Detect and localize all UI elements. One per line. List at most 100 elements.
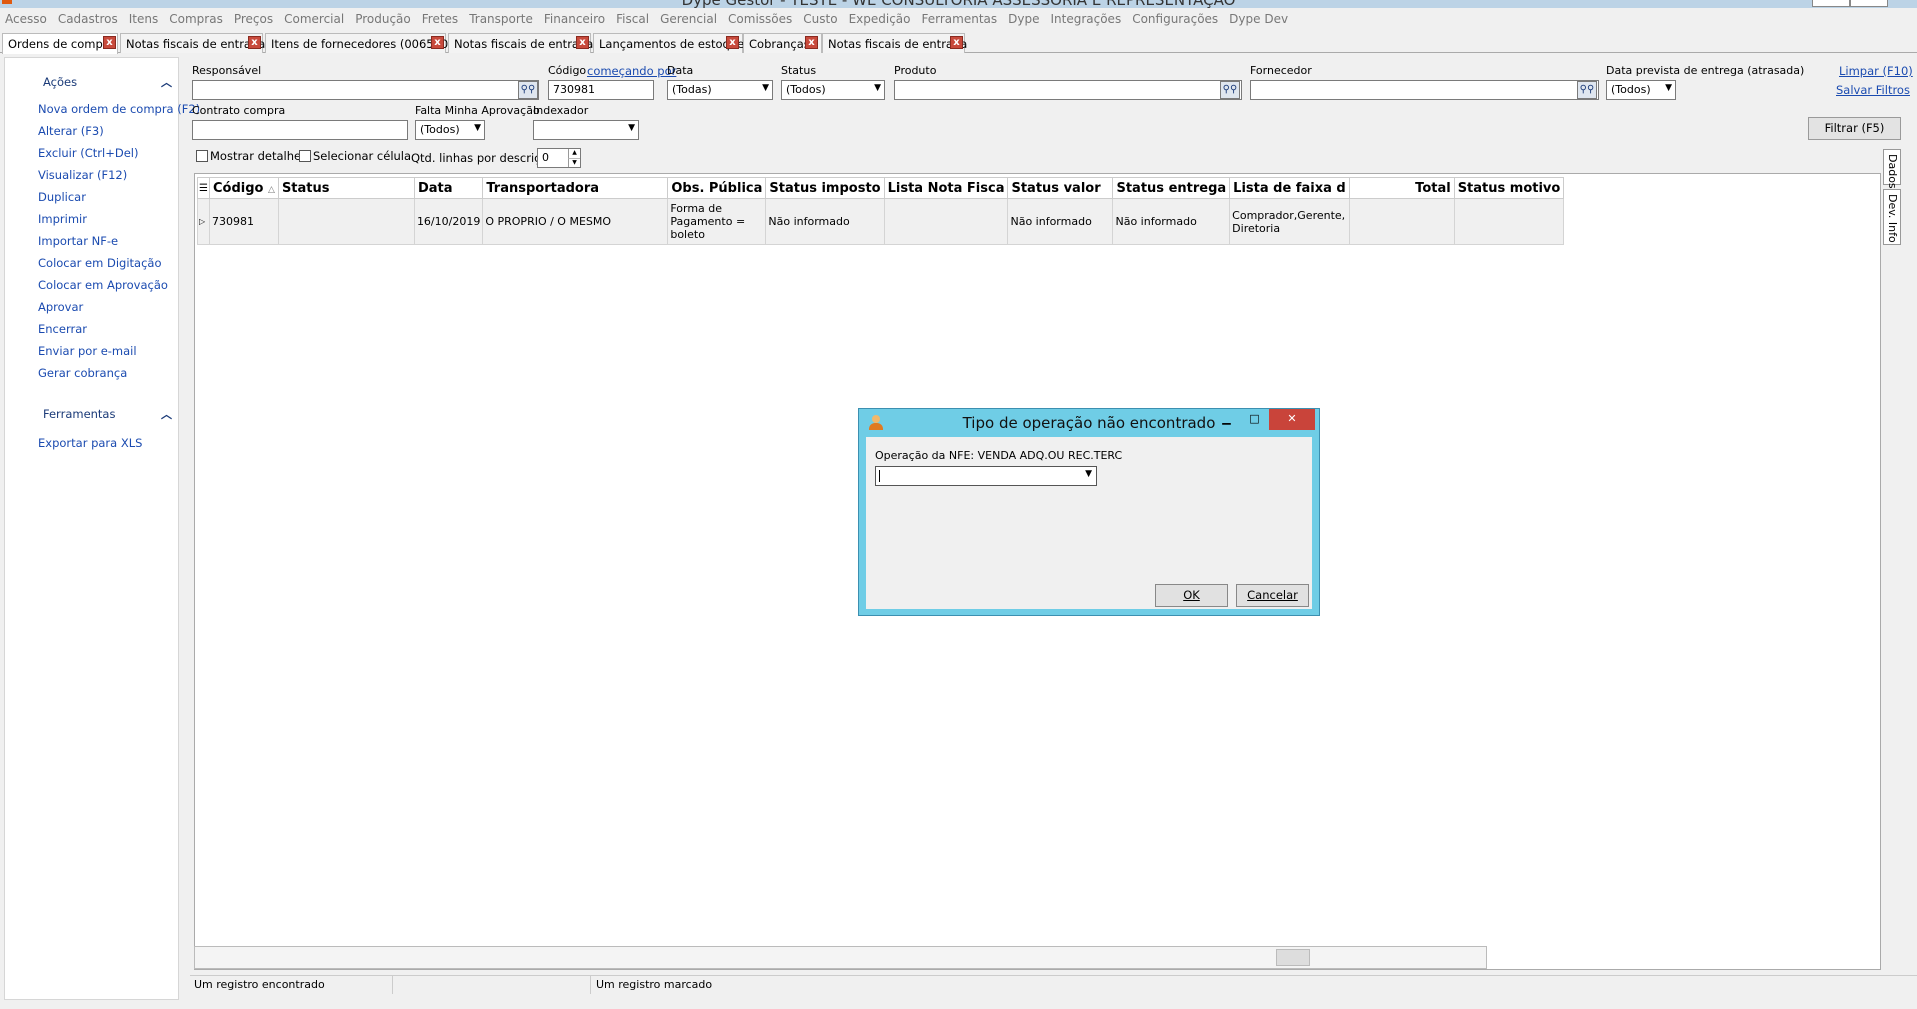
menu-financeiro[interactable]: Financeiro xyxy=(539,10,611,26)
column-header-status-entrega[interactable]: Status entrega xyxy=(1112,177,1231,199)
tab-notas-fiscais-entrada-3[interactable]: Notas fiscais de entrada xyxy=(822,33,967,53)
codigo-input[interactable]: 730981 xyxy=(548,80,654,100)
tab-notas-fiscais-entrada-2[interactable]: Notas fiscais de entrada xyxy=(448,33,593,53)
window-maximize-button[interactable] xyxy=(1850,0,1888,7)
responsavel-input[interactable] xyxy=(192,80,539,100)
window-minimize-button[interactable] xyxy=(1812,0,1850,7)
menu-precos[interactable]: Preços xyxy=(229,10,279,26)
status-select[interactable]: (Todos) ▼ xyxy=(781,80,885,100)
horizontal-scrollbar[interactable] xyxy=(194,946,1487,969)
cell-status-valor[interactable]: Não informado xyxy=(1007,198,1114,245)
binoculars-icon[interactable]: ⚲⚲ xyxy=(518,81,538,99)
chevron-down-icon[interactable]: ▼ xyxy=(1085,469,1092,479)
action-encerrar[interactable]: Encerrar xyxy=(38,322,87,336)
action-duplicar[interactable]: Duplicar xyxy=(38,190,86,204)
menu-comercial[interactable]: Comercial xyxy=(279,10,350,26)
falta-aprovacao-select[interactable]: (Todos) ▼ xyxy=(415,120,485,140)
checkbox-box[interactable] xyxy=(299,150,311,162)
action-enviar-email[interactable]: Enviar por e-mail xyxy=(38,344,137,358)
dialog-title-bar[interactable]: Tipo de operação não encontrado ▁ □ ✕ xyxy=(859,409,1319,435)
menu-producao[interactable]: Produção xyxy=(350,10,417,26)
side-tab-dados[interactable]: Dados xyxy=(1883,149,1901,189)
cell-lista-nota-fiscal[interactable] xyxy=(883,198,1009,245)
binoculars-icon[interactable]: ⚲⚲ xyxy=(1577,81,1597,99)
column-header-status[interactable]: Status xyxy=(277,177,415,199)
tab-notas-fiscais-entrada-1[interactable]: Notas fiscais de entrada xyxy=(120,33,265,53)
row-indicator-icon[interactable]: ▷ xyxy=(197,198,210,245)
column-header-status-motivo[interactable]: Status motivo xyxy=(1453,177,1565,199)
tab-close-icon[interactable]: x xyxy=(726,36,739,49)
salvar-filtros-link[interactable]: Salvar Filtros xyxy=(1836,83,1910,97)
action-alterar[interactable]: Alterar (F3) xyxy=(38,124,104,138)
mostrar-detalhe-checkbox[interactable]: Mostrar detalhe xyxy=(196,149,301,163)
entrega-select[interactable]: (Todos) ▼ xyxy=(1606,80,1676,100)
action-visualizar[interactable]: Visualizar (F12) xyxy=(38,168,127,182)
action-colocar-aprovacao[interactable]: Colocar em Aprovação xyxy=(38,278,168,292)
produto-input[interactable] xyxy=(894,80,1242,100)
close-icon[interactable]: ✕ xyxy=(1269,409,1315,430)
action-colocar-digitacao[interactable]: Colocar em Digitação xyxy=(38,256,162,270)
column-header-transportadora[interactable]: Transportadora xyxy=(482,177,669,199)
menu-ferramentas[interactable]: Ferramentas xyxy=(917,10,1004,26)
action-nova-ordem[interactable]: Nova ordem de compra (F2) xyxy=(38,102,200,116)
checkbox-box[interactable] xyxy=(196,150,208,162)
tab-lancamentos-de-estoque[interactable]: Lançamentos de estoque xyxy=(593,33,744,53)
cell-data[interactable]: 16/10/2019 xyxy=(413,198,484,245)
selecionar-celula-checkbox[interactable]: Selecionar célula xyxy=(299,149,411,163)
cell-codigo[interactable]: 730981 xyxy=(209,198,279,245)
cancel-button[interactable]: Cancelar xyxy=(1236,584,1309,607)
menu-integracoes[interactable]: Integrações xyxy=(1045,10,1127,26)
column-header-obs-publica[interactable]: Obs. Pública xyxy=(667,177,767,199)
action-aprovar[interactable]: Aprovar xyxy=(38,300,83,314)
maximize-icon[interactable]: □ xyxy=(1241,409,1268,430)
menu-compras[interactable]: Compras xyxy=(164,10,229,26)
column-header-status-imposto[interactable]: Status imposto xyxy=(765,177,885,199)
menu-configuracoes[interactable]: Configurações xyxy=(1127,10,1224,26)
chevron-up-icon[interactable]: ︿ xyxy=(161,74,172,90)
menu-custo[interactable]: Custo xyxy=(798,10,843,26)
contrato-input[interactable] xyxy=(192,120,408,140)
limpar-link[interactable]: Limpar (F10) xyxy=(1839,64,1913,78)
tab-close-icon[interactable]: x xyxy=(431,36,444,49)
action-excluir[interactable]: Excluir (Ctrl+Del) xyxy=(38,146,138,160)
tools-section-header[interactable]: Ferramentas ︿ xyxy=(5,402,180,424)
menu-dype[interactable]: Dype xyxy=(1003,10,1045,26)
column-header-codigo[interactable]: Código △ xyxy=(209,177,279,199)
cell-status-imposto[interactable]: Não informado xyxy=(765,198,885,245)
column-header-status-valor[interactable]: Status valor xyxy=(1007,177,1114,199)
indexador-select[interactable]: ▼ xyxy=(533,120,639,140)
chevron-up-icon[interactable]: ︿ xyxy=(161,406,172,422)
action-imprimir[interactable]: Imprimir xyxy=(38,212,87,226)
menu-itens[interactable]: Itens xyxy=(124,10,164,26)
cell-transportadora[interactable]: O PROPRIO / O MESMO xyxy=(482,198,669,245)
column-header-data[interactable]: Data xyxy=(413,177,484,199)
ok-button[interactable]: OK xyxy=(1155,584,1228,607)
menu-cadastros[interactable]: Cadastros xyxy=(53,10,124,26)
menu-acesso[interactable]: Acesso xyxy=(0,10,53,26)
tab-itens-de-fornecedores[interactable]: Itens de fornecedores (006570) xyxy=(265,33,453,53)
cell-obs-publica[interactable]: Forma de Pagamento = boleto xyxy=(667,198,767,245)
comecando-por-link[interactable]: começando por xyxy=(587,64,676,78)
cell-total[interactable] xyxy=(1348,198,1455,245)
scrollbar-thumb[interactable] xyxy=(1276,949,1310,966)
minimize-icon[interactable]: ▁ xyxy=(1213,409,1240,430)
chevron-down-icon[interactable]: ▼ xyxy=(568,158,580,167)
qtd-linhas-stepper[interactable]: 0 ▲ ▼ xyxy=(537,148,581,168)
actions-section-header[interactable]: Ações ︿ xyxy=(5,70,180,92)
tab-close-icon[interactable]: x xyxy=(805,36,818,49)
menu-gerencial[interactable]: Gerencial xyxy=(655,10,723,26)
menu-fiscal[interactable]: Fiscal xyxy=(611,10,655,26)
tool-exportar-xls[interactable]: Exportar para XLS xyxy=(38,436,142,450)
table-row[interactable]: ▷ 730981 16/10/2019 O PROPRIO / O MESMO … xyxy=(197,198,1565,245)
action-gerar-cobranca[interactable]: Gerar cobrança xyxy=(38,366,127,380)
fornecedor-input[interactable] xyxy=(1250,80,1599,100)
menu-fretes[interactable]: Fretes xyxy=(417,10,464,26)
tab-ordens-de-compra[interactable]: Ordens de compra xyxy=(2,33,118,54)
cell-status-entrega[interactable]: Não informado xyxy=(1112,198,1231,245)
side-tab-dev-info[interactable]: Dev. Info xyxy=(1883,189,1901,245)
chevron-up-icon[interactable]: ▲ xyxy=(568,149,580,158)
cell-status[interactable] xyxy=(277,198,415,245)
menu-dype-dev[interactable]: Dype Dev xyxy=(1224,10,1294,26)
column-header-lista-nota-fiscal[interactable]: Lista Nota Fisca xyxy=(883,177,1009,199)
tab-close-icon[interactable]: x xyxy=(103,36,116,49)
